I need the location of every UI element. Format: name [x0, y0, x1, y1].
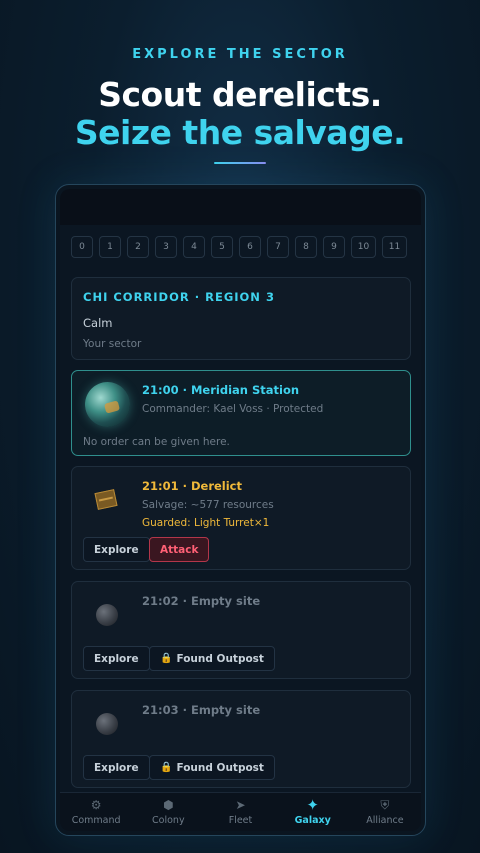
- time-slot[interactable]: 4: [183, 236, 205, 258]
- site-title: 21:03 · Empty site: [142, 703, 261, 717]
- site-title: 21:02 · Empty site: [142, 594, 261, 608]
- nav-label: Command: [71, 815, 121, 826]
- derelict-crate-icon: [94, 489, 118, 510]
- time-slot[interactable]: 8: [295, 236, 317, 258]
- nav-alliance[interactable]: ⛨ Alliance: [349, 793, 421, 831]
- site-subtitle: Commander: Kael Voss · Protected: [142, 403, 324, 415]
- headline-line-2: Seize the salvage.: [74, 113, 406, 152]
- region-subtitle: Your sector: [83, 338, 142, 350]
- lock-icon: 🔒: [160, 762, 173, 773]
- colony-hexagon-icon: ⬢: [163, 798, 174, 812]
- phone-screen: 0 1 2 3 4 5 6 7 8 9 10 11 CHI CORRIDOR ·…: [60, 189, 421, 831]
- time-slot[interactable]: 3: [155, 236, 177, 258]
- nav-label: Galaxy: [294, 815, 331, 826]
- site-title: 21:01 · Derelict: [142, 479, 242, 493]
- time-slot[interactable]: 11: [382, 236, 407, 258]
- phone-frame: 0 1 2 3 4 5 6 7 8 9 10 11 CHI CORRIDOR ·…: [55, 184, 426, 836]
- time-slot[interactable]: 5: [211, 236, 233, 258]
- site-note: No order can be given here.: [83, 436, 230, 448]
- nav-galaxy[interactable]: ✦ Galaxy: [277, 793, 349, 831]
- alliance-shield-icon: ⛨: [380, 798, 390, 812]
- nav-label: Colony: [152, 815, 185, 826]
- empty-site-rock-icon: [96, 604, 118, 626]
- eyebrow-title: EXPLORE THE SECTOR: [132, 47, 348, 62]
- explore-button[interactable]: Explore: [83, 537, 150, 562]
- status-bar: [60, 189, 421, 225]
- site-card-empty[interactable]: 21:03 · Empty site Explore 🔒 Found Outpo…: [71, 690, 411, 788]
- time-slot-strip: 0 1 2 3 4 5 6 7 8 9 10 11: [71, 236, 414, 258]
- guard-info: Guarded: Light Turret×1: [142, 517, 270, 529]
- nav-colony[interactable]: ⬢ Colony: [132, 793, 204, 831]
- nav-fleet[interactable]: ➤ Fleet: [204, 793, 276, 831]
- region-title: CHI CORRIDOR · REGION 3: [83, 290, 275, 304]
- time-slot[interactable]: 0: [71, 236, 93, 258]
- lock-icon: 🔒: [160, 653, 173, 664]
- site-title: 21:00 · Meridian Station: [142, 383, 300, 397]
- time-slot[interactable]: 10: [351, 236, 376, 258]
- nav-command[interactable]: ⚙ Command: [60, 793, 132, 831]
- headline-line-1: Scout derelicts.: [98, 75, 382, 114]
- empty-site-rock-icon: [96, 713, 118, 735]
- found-outpost-button[interactable]: 🔒 Found Outpost: [149, 646, 275, 671]
- time-slot[interactable]: 7: [267, 236, 289, 258]
- nav-label: Fleet: [228, 815, 253, 826]
- time-slot[interactable]: 1: [99, 236, 121, 258]
- site-card-derelict[interactable]: 21:01 · Derelict Salvage: ~577 resources…: [71, 466, 411, 570]
- site-card-station[interactable]: 21:00 · Meridian Station Commander: Kael…: [71, 370, 411, 456]
- nav-label: Alliance: [366, 815, 404, 826]
- found-outpost-button[interactable]: 🔒 Found Outpost: [149, 755, 275, 780]
- site-subtitle: Salvage: ~577 resources: [142, 499, 274, 511]
- headline: Scout derelicts. Seize the salvage.: [0, 76, 480, 152]
- explore-button[interactable]: Explore: [83, 755, 150, 780]
- region-status: Calm: [83, 316, 113, 330]
- found-outpost-label: Found Outpost: [176, 652, 264, 665]
- site-card-empty[interactable]: 21:02 · Empty site Explore 🔒 Found Outpo…: [71, 581, 411, 679]
- time-slot[interactable]: 9: [323, 236, 345, 258]
- explore-button[interactable]: Explore: [83, 646, 150, 671]
- fleet-arrow-icon: ➤: [235, 798, 246, 812]
- time-slot[interactable]: 6: [239, 236, 261, 258]
- planet-station-icon: [85, 382, 130, 427]
- time-slot[interactable]: 2: [127, 236, 149, 258]
- headline-underline: [214, 162, 266, 164]
- attack-button[interactable]: Attack: [149, 537, 210, 562]
- command-icon: ⚙: [90, 798, 102, 812]
- region-card: CHI CORRIDOR · REGION 3 Calm Your sector: [71, 277, 411, 360]
- bottom-nav: ⚙ Command ⬢ Colony ➤ Fleet ✦ Galaxy ⛨ Al…: [60, 792, 421, 831]
- galaxy-star-icon: ✦: [306, 796, 319, 814]
- found-outpost-label: Found Outpost: [176, 761, 264, 774]
